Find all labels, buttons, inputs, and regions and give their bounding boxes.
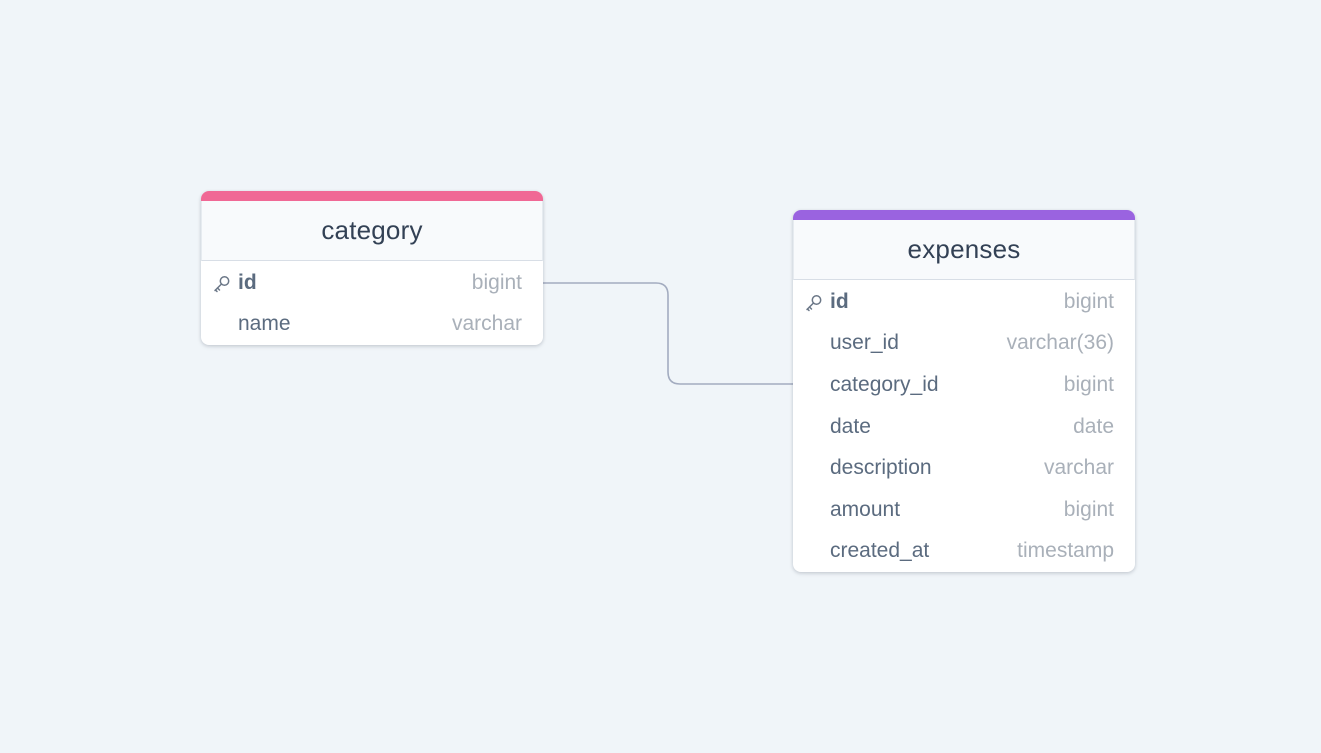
table-accent-bar [793, 210, 1135, 220]
column-row[interactable]: created_at timestamp [793, 531, 1135, 573]
table-columns: id bigint user_id varchar(36) category_i… [793, 280, 1135, 572]
table-title: category [321, 215, 423, 245]
column-row[interactable]: id bigint [793, 281, 1135, 323]
column-name: user_id [830, 331, 899, 355]
table-header[interactable]: category [201, 201, 543, 261]
column-name: id [830, 289, 849, 313]
column-row[interactable]: name varchar [201, 304, 543, 346]
column-name: created_at [830, 539, 930, 563]
table-title: expenses [907, 234, 1021, 264]
column-type: varchar(36) [1006, 331, 1114, 355]
table-category[interactable]: category id bigint name varchar [201, 191, 543, 346]
column-type: timestamp [1017, 539, 1114, 563]
column-type: varchar [1043, 456, 1114, 480]
column-name: name [238, 312, 291, 336]
column-type: bigint [471, 270, 522, 294]
relation-path [543, 282, 793, 385]
column-type: bigint [1063, 372, 1114, 396]
column-row[interactable]: category_id bigint [793, 364, 1135, 406]
column-row[interactable]: date date [793, 406, 1135, 448]
column-type: date [1073, 414, 1114, 438]
table-expenses[interactable]: expenses id bigint user_id varchar(36) c… [793, 210, 1135, 573]
table-accent-bar [201, 191, 543, 201]
column-row[interactable]: amount bigint [793, 489, 1135, 531]
column-type: bigint [1063, 497, 1114, 521]
column-name: id [238, 270, 257, 294]
column-name: date [830, 414, 871, 438]
table-columns: id bigint name varchar [201, 261, 543, 345]
table-header[interactable]: expenses [793, 220, 1135, 280]
key-icon [806, 294, 822, 312]
column-row[interactable]: id bigint [201, 262, 543, 304]
key-icon [214, 275, 230, 293]
column-name: description [830, 456, 932, 480]
column-type: varchar [451, 312, 522, 336]
column-name: category_id [830, 372, 939, 396]
column-row[interactable]: description varchar [793, 447, 1135, 489]
diagram-canvas[interactable]: category id bigint name varchar expenses… [0, 0, 1321, 753]
column-row[interactable]: user_id varchar(36) [793, 323, 1135, 365]
column-name: amount [830, 497, 901, 521]
column-type: bigint [1063, 289, 1114, 313]
